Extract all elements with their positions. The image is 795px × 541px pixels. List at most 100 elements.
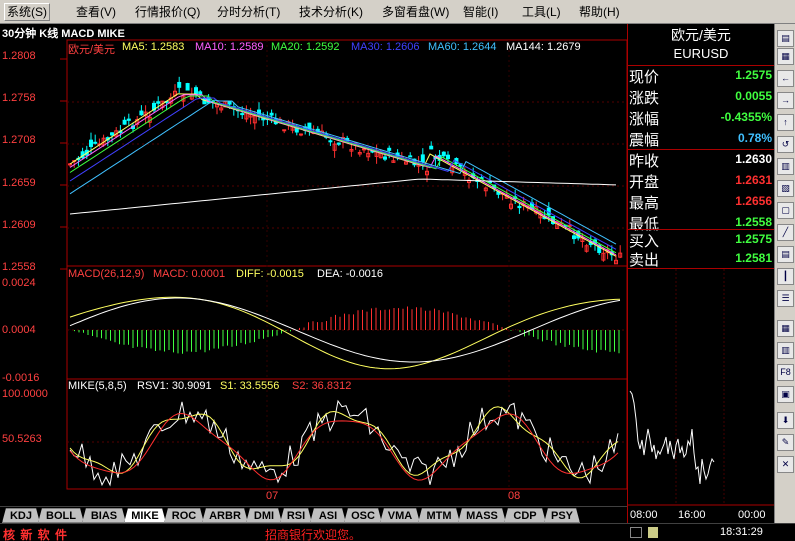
box-icon[interactable]: ▣ bbox=[777, 386, 794, 403]
mike-tick: 100.0000 bbox=[2, 388, 48, 400]
instrument-name: 欧元/美元 bbox=[671, 27, 731, 43]
menu-bar: 系统(S) 查看(V) 行情报价(Q) 分时分析(T) 技术分析(K) 多窗看盘… bbox=[0, 0, 795, 24]
menu-multiwindow[interactable]: 多窗看盘(W) bbox=[382, 4, 449, 20]
tab-bias[interactable]: BIAS bbox=[82, 508, 126, 523]
candle-body bbox=[126, 118, 131, 121]
menu-system[interactable]: 系统(S) bbox=[4, 3, 50, 21]
tab-kdj[interactable]: KDJ bbox=[2, 508, 40, 523]
quote-value: 1.2575 bbox=[735, 68, 772, 82]
chart-area[interactable]: 30分钟 K线 MACD MIKE 欧元/美元 MA5: 1.2583 MA10… bbox=[0, 24, 627, 506]
menu-technical[interactable]: 技术分析(K) bbox=[299, 4, 363, 20]
quote-row-high: 最高 1.2656 bbox=[628, 191, 774, 212]
macd-value: MACD: 0.0001 bbox=[153, 268, 226, 280]
quote-value: 1.2631 bbox=[735, 173, 772, 187]
download-icon[interactable]: ⬇ bbox=[777, 412, 794, 429]
arrow-right-icon[interactable]: → bbox=[777, 92, 794, 109]
ma-line bbox=[69, 95, 617, 254]
line-chart-icon[interactable]: ╱ bbox=[777, 224, 794, 241]
candle-body bbox=[387, 147, 392, 151]
tab-osc[interactable]: OSC bbox=[344, 508, 382, 523]
status-message: 招商银行欢迎您。 bbox=[265, 528, 362, 541]
kline-icon[interactable]: ┃ bbox=[777, 268, 794, 285]
tab-dmi[interactable]: DMI bbox=[246, 508, 282, 523]
window-icon[interactable]: ▢ bbox=[777, 202, 794, 219]
candle-body bbox=[446, 154, 450, 160]
list-icon[interactable]: ☰ bbox=[777, 290, 794, 307]
mini-time-label: 16:00 bbox=[678, 509, 706, 521]
clock: 18:31:29 bbox=[720, 526, 763, 538]
price-tick: 1.2758 bbox=[2, 92, 36, 104]
bookmark-icon[interactable]: ▤ bbox=[777, 30, 794, 47]
quote-value: 1.2558 bbox=[735, 215, 772, 229]
candle-body bbox=[517, 205, 522, 209]
pen-icon[interactable]: ✎ bbox=[777, 434, 794, 451]
chart-title: 30分钟 K线 MACD MIKE bbox=[2, 28, 125, 40]
arrow-up-icon[interactable]: ↑ bbox=[777, 114, 794, 131]
kline-chart[interactable] bbox=[0, 24, 627, 506]
mike-tick: 50.5263 bbox=[2, 433, 42, 445]
quote-value: 0.0055 bbox=[735, 89, 772, 103]
f8-icon[interactable]: F8 bbox=[777, 364, 794, 381]
tab-boll[interactable]: BOLL bbox=[38, 508, 84, 523]
panel-icon[interactable]: ▦ bbox=[777, 320, 794, 337]
candle-body bbox=[408, 155, 413, 158]
candle-body bbox=[420, 154, 425, 163]
mike-s2: S2: 36.8312 bbox=[292, 380, 352, 392]
quote-row-bid: 买入 1.2575 bbox=[628, 229, 774, 250]
quote-value: 1.2575 bbox=[735, 232, 772, 246]
mike-s1: S1: 33.5556 bbox=[220, 380, 280, 392]
candle-body bbox=[282, 129, 287, 132]
ma10-label: MA10: 1.2589 bbox=[195, 41, 264, 53]
candle-body bbox=[441, 151, 446, 157]
instrument-code: EURUSD bbox=[673, 46, 729, 61]
table-icon[interactable]: ▥ bbox=[777, 158, 794, 175]
menu-quotes[interactable]: 行情报价(Q) bbox=[135, 4, 200, 20]
tab-arbr[interactable]: ARBR bbox=[202, 508, 248, 523]
tab-asi[interactable]: ASI bbox=[310, 508, 346, 523]
menu-timeshare[interactable]: 分时分析(T) bbox=[217, 4, 280, 20]
rotate-icon[interactable]: ↺ bbox=[777, 136, 794, 153]
quote-row-prevclose: 昨收 1.2630 bbox=[628, 149, 774, 170]
price-tick: 1.2708 bbox=[2, 134, 36, 146]
quote-row-pct: 涨幅 -0.4355% bbox=[628, 107, 774, 128]
candle-body bbox=[572, 235, 576, 240]
candle-body bbox=[202, 98, 207, 105]
ma144-line bbox=[69, 178, 617, 215]
mini-intraday-chart[interactable]: 08:00 16:00 00:00 bbox=[627, 268, 774, 523]
price-pane bbox=[66, 39, 627, 267]
monitor-icon[interactable] bbox=[630, 527, 642, 538]
date-label: 08 bbox=[508, 490, 521, 502]
tab-mass[interactable]: MASS bbox=[458, 508, 506, 523]
tab-psy[interactable]: PSY bbox=[544, 508, 580, 523]
menu-tools[interactable]: 工具(L) bbox=[522, 4, 561, 20]
candle-body bbox=[110, 132, 114, 136]
arrow-left-icon[interactable]: ← bbox=[777, 70, 794, 87]
menu-help[interactable]: 帮助(H) bbox=[579, 4, 620, 20]
ma-symbol: 欧元/美元 bbox=[68, 44, 116, 56]
ma144-label: MA144: 1.2679 bbox=[506, 41, 581, 53]
tab-mtm[interactable]: MTM bbox=[418, 508, 460, 523]
menu-view[interactable]: 查看(V) bbox=[76, 4, 116, 20]
quote-value: -0.4355% bbox=[720, 110, 772, 124]
indicator-tabbar: KDJ BOLL BIAS MIKE ROC ARBR DMI RSI ASI … bbox=[0, 506, 627, 522]
tab-vma[interactable]: VMA bbox=[380, 508, 420, 523]
grid-icon[interactable]: ▦ bbox=[777, 48, 794, 65]
price-tick: 1.2808 bbox=[2, 50, 36, 62]
macd-tick: -0.0016 bbox=[2, 372, 40, 384]
tab-roc[interactable]: ROC bbox=[164, 508, 204, 523]
chart-icon[interactable]: ▧ bbox=[777, 180, 794, 197]
tab-cdp[interactable]: CDP bbox=[504, 508, 546, 523]
tab-mike[interactable]: MIKE bbox=[124, 508, 166, 523]
layout-icon[interactable]: ▤ bbox=[777, 246, 794, 263]
quote-value: 0.78% bbox=[737, 131, 772, 145]
mini-time-label: 00:00 bbox=[738, 509, 766, 521]
candle-body bbox=[139, 110, 144, 116]
lock-icon[interactable] bbox=[648, 527, 658, 538]
close-icon[interactable]: ✕ bbox=[777, 456, 794, 473]
tab-rsi[interactable]: RSI bbox=[280, 508, 312, 523]
mike-name: MIKE(5,8,5) bbox=[68, 380, 127, 392]
quote-label: 震幅 bbox=[629, 132, 660, 149]
quote-row-change: 涨跌 0.0055 bbox=[628, 86, 774, 107]
split-icon[interactable]: ▥ bbox=[777, 342, 794, 359]
menu-smart[interactable]: 智能(I) bbox=[463, 4, 498, 20]
